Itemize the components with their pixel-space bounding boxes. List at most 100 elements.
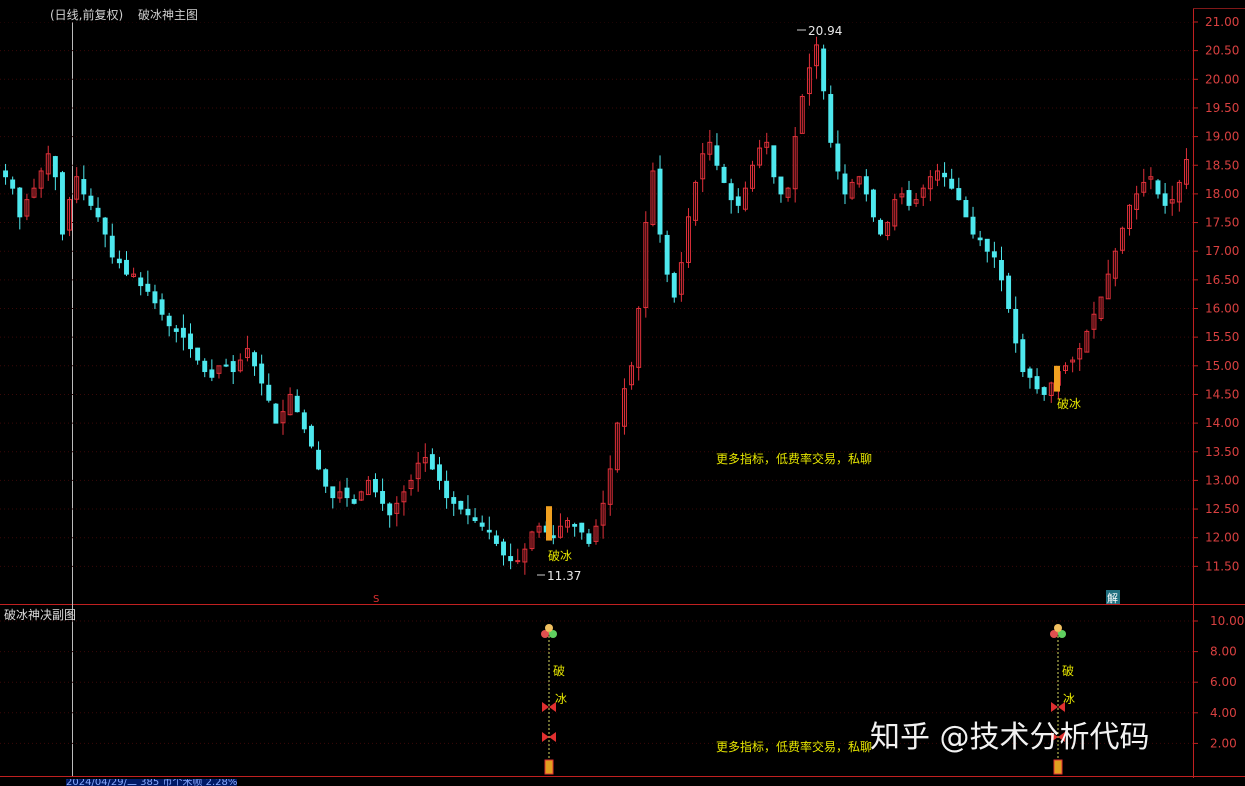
price-axis: 21.00 20.50 20.00 19.50 19.00 18.50 18.00 17.50… [1193,15,1239,573]
candle-body [273,403,279,424]
signal-bar [546,506,552,541]
marker-jie: 解 [1107,591,1118,605]
candle-body [465,508,471,516]
y-tick-label: 16.50 [1205,273,1239,287]
candle-body [1027,368,1033,378]
y-tick-label: 12.00 [1205,531,1239,545]
candle-body [109,235,115,258]
chart-header: (日线,前复权) 破冰神主图 [0,0,1193,22]
y-tick-label: 18.00 [1205,187,1239,201]
candle-body [721,166,727,183]
candle-body [138,277,144,287]
candle-body [1020,339,1026,373]
sub-chart-title[interactable]: 破冰神决副图 [4,606,76,623]
candle-body [180,327,186,338]
candle-body [821,48,827,92]
candle-body [878,219,884,235]
candle-body [17,187,23,218]
grid-lines [0,21,1193,744]
candle-body [1155,180,1161,195]
candle-body [493,535,499,544]
y-tick-label: 13.00 [1205,473,1239,487]
candle-body [116,258,122,264]
sub-y-tick-label: 8.00 [1210,645,1237,659]
candle-body [906,190,912,206]
y-tick-label: 14.50 [1205,387,1239,401]
candle-body [501,541,506,556]
candle-body [1006,275,1012,309]
candle-body [949,178,955,189]
candle-body [102,217,108,235]
candle-body [664,234,670,275]
indicator-name[interactable]: 破冰神主图 [138,6,198,23]
candle-body [508,556,514,562]
candle-body [195,347,201,361]
y-tick-label: 19.50 [1205,101,1239,115]
candle-body [387,503,393,516]
candle-body [323,469,329,487]
y-tick-label: 18.50 [1205,158,1239,172]
candle-body [870,189,876,218]
candle-body [984,238,990,252]
signal-block [544,759,554,775]
marker-s: S [373,594,379,605]
candle-body [294,395,300,413]
y-tick-label: 16.00 [1205,302,1239,316]
candle-body [671,273,677,298]
y-tick-label: 17.50 [1205,216,1239,230]
y-tick-label: 19.00 [1205,130,1239,144]
signal-block [1053,759,1063,775]
candle-body [316,449,322,470]
candle-body [209,369,215,378]
y-tick-label: 14.00 [1205,416,1239,430]
candle-body [472,517,478,522]
candle-body [52,156,58,178]
candle-body [991,251,997,258]
sub-y-tick-label: 4.00 [1210,706,1237,720]
candle-body [259,363,265,384]
candle-body [188,333,193,350]
candle-body [95,207,101,218]
candle-body [1034,376,1040,390]
signal-label-2: 破冰 [1057,396,1081,411]
candle-body [308,425,314,447]
candle-body [963,200,969,218]
candle-body [1013,308,1019,344]
candle-body [479,522,485,527]
candle-body [145,283,151,292]
candle-body [458,500,464,510]
candle-body [828,94,834,143]
candle-body [956,188,962,201]
candle-body [202,360,208,373]
candle-body [3,170,9,178]
sub-axis: 10.00 8.00 6.00 4.00 2.00 [1193,614,1244,750]
y-tick-label: 12.50 [1205,502,1239,516]
candle-body [301,412,307,430]
candle-body [88,195,94,206]
candle-body [429,454,435,470]
high-price-label: 20.94 [808,24,842,38]
candle-body [579,522,585,533]
candle-body [486,529,492,533]
candle-body [373,479,378,493]
sub-y-tick-label: 6.00 [1210,675,1237,689]
candle-body [999,260,1004,281]
candle-body [223,364,229,367]
candle-body [735,196,741,206]
sub-signal-char-2a: 冰 [555,692,567,706]
candle-body [437,464,442,481]
candle-body [586,533,592,544]
price-chart[interactable]: 21.00 20.50 20.00 19.50 19.00 18.50 18.00 17.50… [0,0,1245,785]
sub-signal-char-2b: 冰 [1063,692,1075,706]
candle-body [166,315,172,327]
candles [3,29,1189,576]
sub-signal-char-1b: 破 [1062,663,1074,678]
signal-dot [1054,624,1062,632]
candle-body [344,487,350,499]
candle-body [778,176,784,195]
watermark: 知乎 @技术分析代码 [870,720,1150,755]
signal-dot [545,624,553,632]
candle-body [942,172,948,178]
candle-body [10,179,16,189]
candle-body [444,480,450,499]
